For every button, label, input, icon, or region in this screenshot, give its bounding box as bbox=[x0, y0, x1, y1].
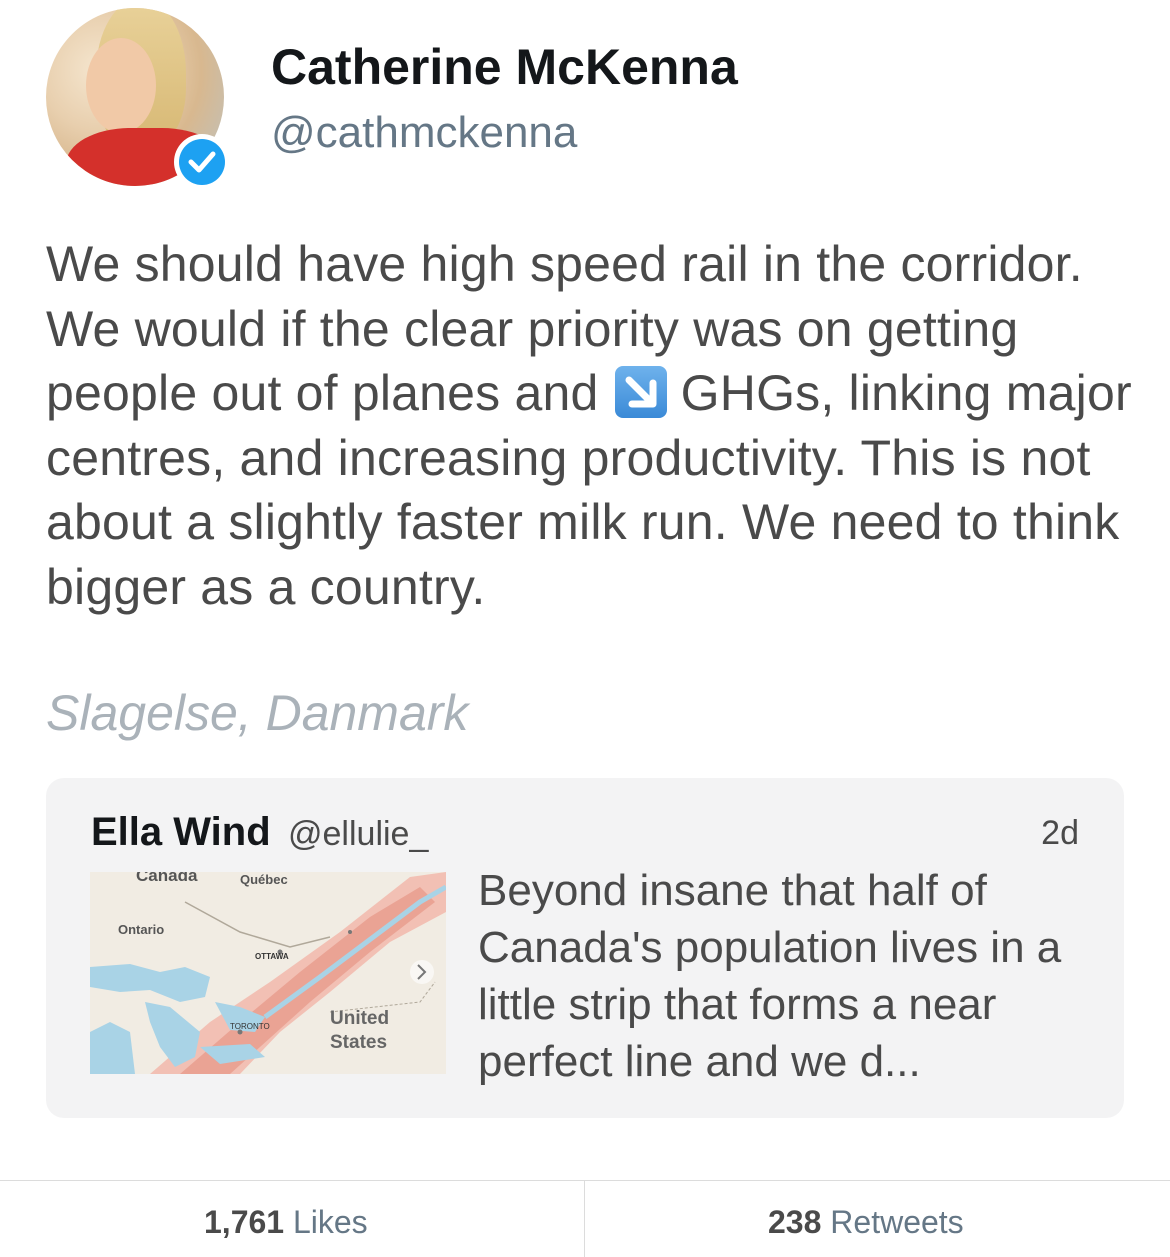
likes-label: Likes bbox=[292, 1204, 368, 1240]
map-label-toronto: TORONTO bbox=[230, 1022, 270, 1031]
down-right-arrow-emoji-icon bbox=[614, 366, 667, 419]
tweet-location[interactable]: Slagelse, Danmark bbox=[46, 684, 468, 742]
likes-count: 1,761 bbox=[204, 1204, 285, 1240]
tweet-body: We should have high speed rail in the co… bbox=[46, 232, 1136, 620]
author-handle[interactable]: @cathmckenna bbox=[271, 108, 577, 158]
retweets-stat[interactable]: 238 Retweets bbox=[768, 1204, 964, 1241]
map-label-states: States bbox=[330, 1032, 388, 1053]
map-label-united: United bbox=[330, 1008, 390, 1029]
map-label-canada: Canada bbox=[136, 872, 198, 885]
quoted-tweet-card[interactable]: Ella Wind @ellulie_ 2d Canada Québec Ont… bbox=[46, 778, 1124, 1118]
stats-divider-top bbox=[0, 1180, 1170, 1181]
verified-badge bbox=[174, 134, 230, 190]
map-illustration bbox=[90, 872, 446, 1074]
stats-divider-vertical bbox=[584, 1180, 585, 1257]
map-label-quebec: Québec bbox=[240, 872, 288, 887]
tweet-header: Catherine McKenna @cathmckenna bbox=[46, 8, 1126, 198]
author-name[interactable]: Catherine McKenna bbox=[271, 38, 738, 96]
quoted-map-image[interactable]: Canada Québec Ontario OTTAWA TORONTO Uni… bbox=[90, 872, 446, 1074]
quoted-timestamp: 2d bbox=[1041, 814, 1079, 852]
retweets-label: Retweets bbox=[830, 1204, 964, 1240]
likes-stat[interactable]: 1,761 Likes bbox=[204, 1204, 368, 1241]
verified-icon bbox=[179, 139, 225, 185]
retweets-count: 238 bbox=[768, 1204, 822, 1240]
quoted-author-handle: @ellulie_ bbox=[288, 815, 429, 853]
quoted-tweet-text: Beyond insane that half of Canada's popu… bbox=[478, 866, 1062, 1086]
map-label-ottawa: OTTAWA bbox=[255, 952, 289, 961]
map-label-ontario: Ontario bbox=[118, 922, 165, 937]
avatar-face bbox=[86, 38, 156, 133]
quoted-author-name: Ella Wind bbox=[91, 810, 271, 854]
